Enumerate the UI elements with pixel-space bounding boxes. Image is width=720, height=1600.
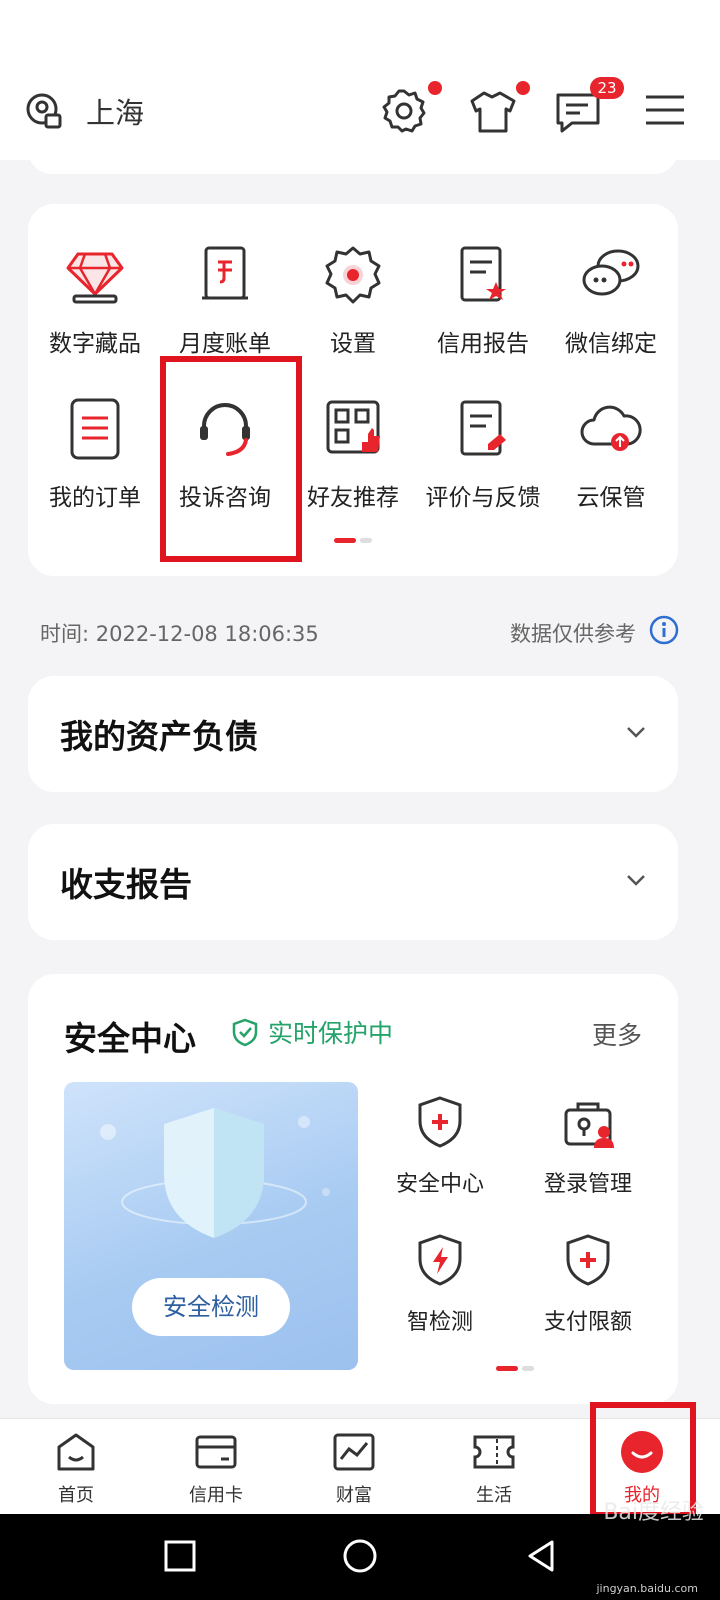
grid-item-settings[interactable]: 设置 [288, 240, 418, 358]
tab-label: 财富 [336, 1485, 372, 1506]
chevron-down-icon [627, 875, 645, 886]
info-icon[interactable] [648, 614, 680, 646]
gear-icon [382, 89, 426, 133]
settings-button[interactable] [378, 81, 442, 141]
grid-item-label: 月度账单 [179, 331, 271, 357]
grid-item-digital-collectibles[interactable]: 数字藏品 [30, 240, 160, 358]
credit-card-icon [195, 1435, 237, 1469]
chart-line-icon [333, 1433, 375, 1471]
security-item-login[interactable]: 登录管理 [518, 1094, 658, 1198]
settings-gear-icon [325, 246, 381, 304]
shield-illustration-icon [100, 1108, 330, 1238]
diamond-icon [66, 252, 124, 304]
assets-liabilities-card[interactable]: 我的资产负债 [28, 676, 678, 792]
protection-status-text: 实时保护中 [268, 1019, 394, 1048]
security-check-button[interactable]: 安全检测 [132, 1278, 290, 1336]
grid-item-wechat-binding[interactable]: 微信绑定 [546, 240, 676, 358]
shield-lightning-icon [418, 1234, 462, 1286]
security-center-title: 安全中心 [64, 1019, 196, 1058]
grid-item-label: 信用报告 [437, 331, 529, 357]
feedback-doc-icon [460, 400, 506, 456]
security-item-center[interactable]: 安全中心 [370, 1094, 510, 1198]
complaints-highlight-box [160, 356, 302, 562]
grid-item-feedback[interactable]: 评价与反馈 [418, 394, 548, 512]
home-circle-icon[interactable] [338, 1534, 382, 1578]
grid-item-cloud-storage[interactable]: 云保管 [546, 394, 676, 512]
qrcode-thumb-icon [326, 400, 380, 454]
security-item-label: 安全中心 [395, 1172, 484, 1197]
watermark-url: jingyan.baidu.com [596, 1582, 698, 1595]
assets-liabilities-title: 我的资产负债 [60, 717, 258, 756]
page-dot [522, 1366, 534, 1371]
page-dot-active [334, 538, 356, 543]
location-label: 上海 [86, 96, 145, 130]
dress-up-button[interactable] [466, 81, 530, 141]
status-bar [0, 0, 720, 70]
security-item-smart-check[interactable]: 智检测 [370, 1232, 510, 1336]
tab-label: 信用卡 [189, 1485, 243, 1506]
security-page-indicator [496, 1366, 534, 1371]
credit-report-icon [460, 246, 506, 302]
security-item-label: 登录管理 [543, 1172, 632, 1197]
menu-button[interactable] [640, 85, 700, 141]
previous-card-edge [28, 150, 678, 174]
services-grid-card: 数字藏品 月度账单 设置 信用报告 微信绑定 我的订单 投诉咨询 好友推荐 评价… [28, 204, 678, 576]
tab-home[interactable]: 首页 [26, 1429, 126, 1507]
security-center-card: 安全中心 实时保护中 更多 安全检测 安全中心 登录管理 智检测 支付限额 [28, 974, 678, 1404]
clipboard-icon [70, 398, 120, 460]
dress-up-notification-dot [516, 81, 530, 95]
cloud-upload-icon [580, 405, 642, 451]
services-page-indicator [334, 538, 372, 543]
security-item-payment-limit[interactable]: 支付限额 [518, 1232, 658, 1336]
grid-item-label: 评价与反馈 [425, 485, 541, 511]
shield-plus-icon [418, 1096, 462, 1148]
ticket-icon [473, 1435, 515, 1469]
recent-apps-icon[interactable] [158, 1534, 202, 1578]
location-pin-icon [26, 93, 62, 129]
grid-item-label: 云保管 [576, 485, 646, 511]
grid-item-credit-report[interactable]: 信用报告 [418, 240, 548, 358]
messages-button[interactable]: 23 [552, 77, 624, 141]
security-item-label: 支付限额 [543, 1310, 632, 1335]
tab-life[interactable]: 生活 [444, 1429, 544, 1507]
page-dot [360, 538, 372, 543]
grid-item-label: 我的订单 [49, 485, 141, 511]
watermark-brand: Bai度经验 [603, 1500, 704, 1525]
hamburger-menu-icon [646, 95, 684, 125]
grid-item-label: 好友推荐 [307, 485, 399, 511]
security-more-link[interactable]: 更多 [592, 1016, 642, 1052]
lock-user-icon [564, 1102, 614, 1148]
back-triangle-icon[interactable] [520, 1534, 564, 1578]
location-selector[interactable]: 上海 [24, 90, 144, 132]
tshirt-icon [470, 91, 516, 133]
grid-item-label: 微信绑定 [565, 331, 657, 357]
grid-item-refer-friends[interactable]: 好友推荐 [288, 394, 418, 512]
grid-item-monthly-bill[interactable]: 月度账单 [160, 240, 290, 358]
protection-status: 实时保护中 [230, 1014, 393, 1050]
shield-check-icon [232, 1018, 258, 1047]
income-report-title: 收支报告 [60, 865, 192, 904]
wechat-chat-icon [582, 249, 640, 296]
monthly-bill-icon [202, 246, 248, 300]
tab-label: 生活 [476, 1485, 512, 1506]
update-time: 时间: 2022-12-08 18:06:35 [40, 622, 319, 646]
timestamp-row: 时间: 2022-12-08 18:06:35 数据仅供参考 [40, 615, 680, 648]
grid-item-label: 数字藏品 [49, 331, 141, 357]
home-icon [57, 1433, 95, 1471]
page-dot-active [496, 1366, 518, 1371]
messages-count-badge: 23 [590, 77, 624, 99]
settings-notification-dot [428, 81, 442, 95]
chevron-down-icon [627, 727, 645, 738]
income-report-card[interactable]: 收支报告 [28, 824, 678, 940]
data-disclaimer: 数据仅供参考 [510, 622, 636, 646]
shield-plus-icon [566, 1234, 610, 1286]
tab-wealth[interactable]: 财富 [304, 1429, 404, 1507]
tab-label: 首页 [58, 1485, 94, 1506]
grid-item-my-orders[interactable]: 我的订单 [30, 394, 160, 512]
tab-credit-card[interactable]: 信用卡 [166, 1429, 266, 1507]
grid-item-label: 设置 [330, 331, 376, 357]
top-header: 上海 23 [0, 70, 720, 160]
security-check-banner[interactable]: 安全检测 [64, 1082, 358, 1370]
security-item-label: 智检测 [406, 1310, 473, 1335]
